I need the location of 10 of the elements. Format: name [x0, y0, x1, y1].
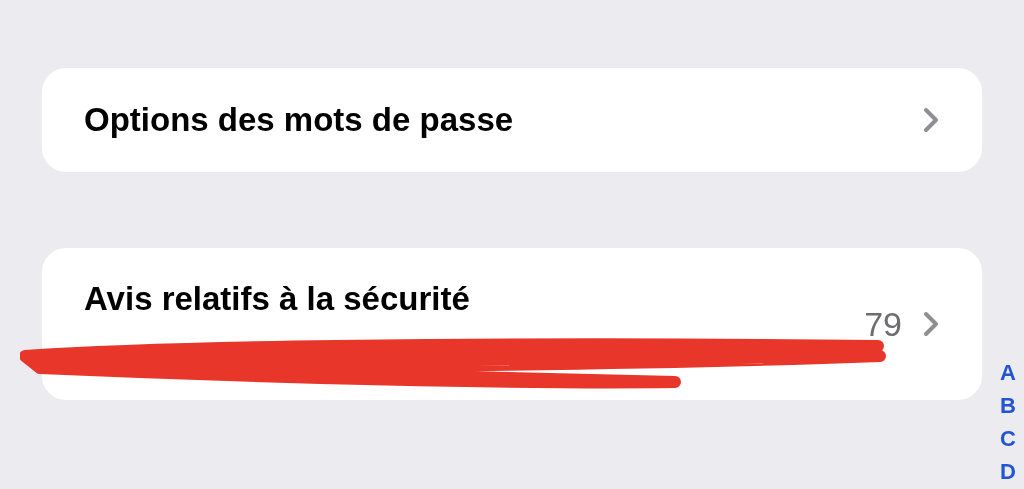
count-label: 79 [864, 303, 902, 345]
row-title: Options des mots de passe [84, 100, 515, 141]
index-letter[interactable]: A [1000, 356, 1016, 389]
chevron-icon [922, 310, 940, 338]
row-title: Avis relatifs à la sécurité [84, 279, 471, 320]
index-letter[interactable]: C [1000, 422, 1016, 455]
index-letter[interactable]: B [1000, 389, 1016, 422]
chevron-icon [922, 106, 940, 134]
index-letter[interactable]: D [1000, 455, 1016, 488]
settings-row[interactable]: Options des mots de passe [42, 68, 982, 172]
